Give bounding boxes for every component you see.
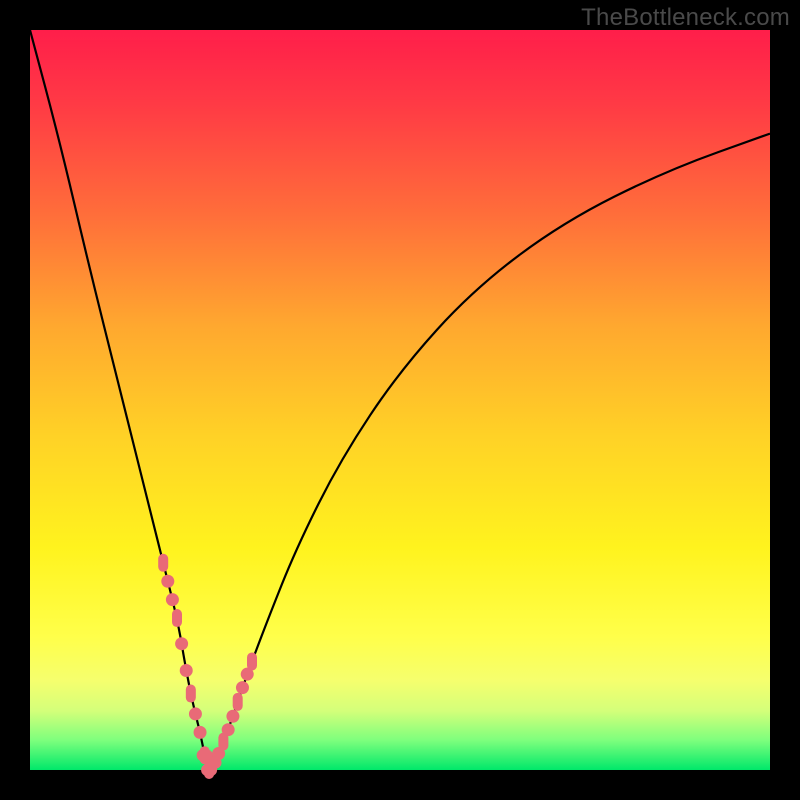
bead-bottom — [206, 757, 222, 769]
bead-capsule — [158, 554, 168, 572]
bead-dot — [189, 707, 202, 720]
bead-cluster — [158, 554, 257, 779]
bead-dot — [194, 726, 207, 739]
bead-dot — [222, 723, 235, 736]
bead-capsule — [172, 609, 182, 627]
bead-dot — [175, 637, 188, 650]
plot-area — [30, 30, 770, 770]
bead-capsule — [247, 652, 257, 670]
bead-dot — [226, 710, 239, 723]
bead-dot — [166, 593, 179, 606]
bead-capsule — [233, 693, 243, 711]
bead-dot — [161, 575, 174, 588]
bead-dot — [236, 681, 249, 694]
watermark-label: TheBottleneck.com — [581, 4, 790, 32]
bottleneck-curve — [30, 30, 770, 766]
bead-dot — [180, 664, 193, 677]
bead-capsule — [186, 685, 196, 703]
chart-frame: TheBottleneck.com — [0, 0, 800, 800]
curve-svg — [30, 30, 770, 770]
